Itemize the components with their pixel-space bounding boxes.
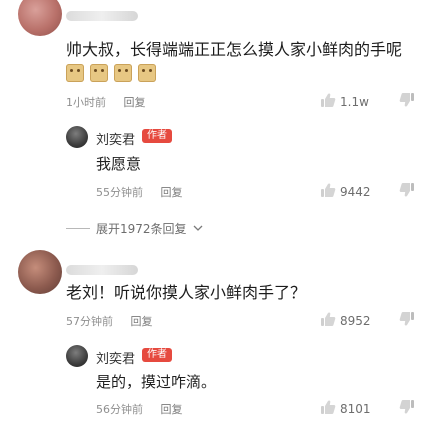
author-badge: 作者	[142, 348, 172, 362]
reply-meta: 56分钟前 回复	[96, 401, 183, 417]
reply-button[interactable]: 回复	[131, 315, 153, 328]
emoji-row	[66, 64, 156, 82]
commenter-name-blurred[interactable]	[66, 11, 138, 21]
thumbs-up-icon	[320, 182, 336, 202]
thumbs-down-icon	[399, 93, 415, 112]
comment-thread: 帅大叔，长得端端正正怎么摸人家小鲜肉的手呢 1小时前 回复 1.1w 刘奕君 作…	[0, 0, 434, 421]
comment-time: 57分钟前	[66, 315, 113, 328]
grinning-cat-emoji-icon	[66, 64, 84, 82]
like-button[interactable]: 9442	[320, 182, 371, 202]
expand-divider	[66, 228, 90, 229]
reply-meta: 55分钟前 回复	[96, 184, 183, 200]
comment-text: 帅大叔，长得端端正正怎么摸人家小鲜肉的手呢	[66, 40, 403, 59]
thumbs-up-icon	[320, 311, 336, 331]
comment-text: 老刘！听说你摸人家小鲜肉手了？	[66, 283, 307, 302]
like-count: 8952	[340, 314, 371, 328]
like-button[interactable]: 8101	[320, 399, 371, 419]
reply-author-avatar[interactable]	[66, 345, 88, 367]
author-badge: 作者	[142, 129, 172, 143]
thumbs-up-icon	[320, 399, 336, 419]
expand-label: 展开1972条回复	[96, 222, 187, 236]
dislike-button[interactable]	[399, 311, 415, 331]
reply-time: 56分钟前	[96, 403, 143, 416]
reply-text: 我愿意	[96, 155, 142, 173]
like-button[interactable]: 8952	[320, 311, 371, 331]
dislike-button[interactable]	[399, 399, 415, 419]
reply-author-name[interactable]: 刘奕君	[96, 348, 135, 367]
comment-meta: 57分钟前 回复	[66, 313, 153, 329]
reply-author-avatar[interactable]	[66, 126, 88, 148]
commenter-avatar[interactable]	[18, 250, 62, 294]
comment-meta: 1小时前 回复	[66, 94, 146, 110]
like-count: 1.1w	[340, 95, 369, 109]
chevron-down-icon	[193, 222, 203, 236]
grinning-cat-emoji-icon	[90, 64, 108, 82]
reply-button[interactable]: 回复	[124, 96, 146, 109]
reply-author-name[interactable]: 刘奕君	[96, 129, 135, 148]
reply-text: 是的，摸过咋滴。	[96, 373, 217, 391]
reply-button[interactable]: 回复	[161, 403, 183, 416]
commenter-name-blurred[interactable]	[66, 265, 138, 275]
reply-time: 55分钟前	[96, 186, 143, 199]
reply-button[interactable]: 回复	[161, 186, 183, 199]
expand-replies[interactable]: 展开1972条回复	[66, 220, 203, 237]
commenter-avatar[interactable]	[18, 0, 62, 36]
grinning-cat-emoji-icon	[114, 64, 132, 82]
like-button[interactable]: 1.1w	[320, 92, 369, 112]
dislike-button[interactable]	[399, 92, 415, 112]
thumbs-down-icon	[399, 183, 415, 202]
like-count: 8101	[340, 402, 371, 416]
comment-time: 1小时前	[66, 96, 106, 109]
like-count: 9442	[340, 185, 371, 199]
thumbs-down-icon	[399, 312, 415, 331]
thumbs-up-icon	[320, 92, 336, 112]
grinning-cat-emoji-icon	[138, 64, 156, 82]
thumbs-down-icon	[399, 400, 415, 419]
dislike-button[interactable]	[399, 182, 415, 202]
